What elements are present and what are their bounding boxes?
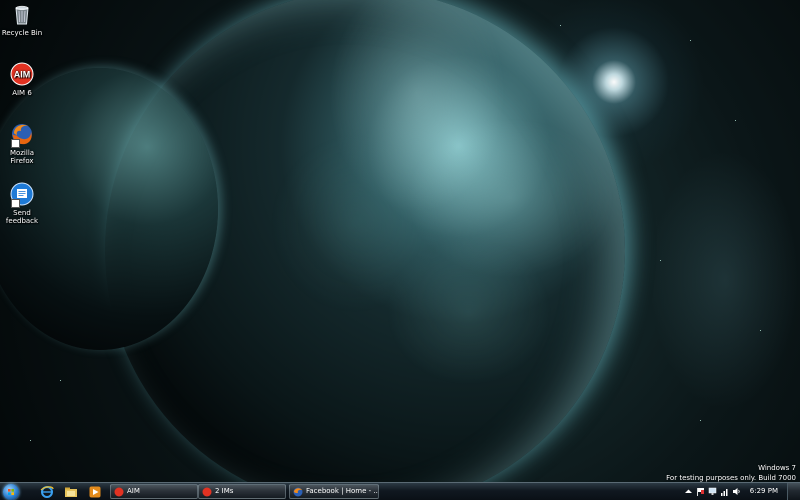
star	[30, 440, 31, 441]
firefox-icon	[293, 487, 303, 497]
desktop-icon-label: Recycle Bin	[1, 29, 43, 37]
nebula-glow	[650, 150, 800, 410]
desktop-icon-label: AIM 6	[12, 89, 32, 97]
desktop-icon-label: Mozilla Firefox	[9, 149, 35, 165]
windows-start-orb-icon	[8, 489, 14, 495]
aim-icon: AIM	[10, 62, 34, 86]
desktop-icon-label: Send feedback	[5, 209, 39, 225]
star	[735, 120, 736, 121]
taskbar-button-label: AIM	[127, 487, 140, 495]
aim-icon	[114, 487, 124, 497]
svg-text:AIM: AIM	[14, 70, 31, 80]
watermark-os-name: Windows 7	[758, 464, 796, 472]
media-player-icon[interactable]	[88, 485, 102, 499]
start-button[interactable]	[3, 484, 19, 500]
taskbar-button-label: Facebook | Home - ...	[306, 487, 379, 495]
show-hidden-icons-arrow-icon[interactable]	[684, 487, 693, 496]
action-center-flag-icon[interactable]	[696, 487, 705, 496]
shortcut-arrow-icon	[11, 139, 20, 148]
volume-icon[interactable]	[732, 487, 741, 496]
show-desktop-button[interactable]	[787, 483, 800, 500]
desktop-wallpaper: Recycle Bin AIM AIM 6 Mozilla Firefox Se…	[0, 0, 800, 500]
desktop-icon-firefox[interactable]: Mozilla Firefox	[0, 122, 44, 165]
taskbar: AIM 2 IMs Facebook | Home - ... 6:29 PM	[0, 482, 800, 500]
network-icon[interactable]	[708, 487, 717, 496]
signal-icon[interactable]	[720, 487, 729, 496]
windows-explorer-icon[interactable]	[64, 485, 78, 499]
build-watermark: Windows 7 For testing purposes only. Bui…	[666, 463, 796, 483]
desktop-icon-aim6[interactable]: AIM AIM 6	[0, 62, 44, 97]
aim-icon	[202, 487, 212, 497]
taskbar-button-aim[interactable]: AIM	[110, 484, 198, 499]
star	[690, 40, 691, 41]
internet-explorer-icon[interactable]	[40, 485, 54, 499]
star	[700, 420, 701, 421]
taskbar-button-label: 2 IMs	[215, 487, 234, 495]
star	[660, 260, 661, 261]
taskbar-button-facebook[interactable]: Facebook | Home - ...	[289, 484, 379, 499]
system-tray: 6:29 PM	[682, 483, 800, 500]
star	[60, 380, 61, 381]
shortcut-arrow-icon	[11, 199, 20, 208]
star	[560, 25, 561, 26]
taskbar-button-ims[interactable]: 2 IMs	[198, 484, 286, 499]
taskbar-clock[interactable]: 6:29 PM	[750, 483, 778, 500]
star	[760, 330, 761, 331]
desktop-icon-recycle-bin[interactable]: Recycle Bin	[0, 2, 44, 37]
recycle-bin-icon	[15, 5, 29, 25]
desktop-icon-send-feedback[interactable]: Send feedback	[0, 182, 44, 225]
